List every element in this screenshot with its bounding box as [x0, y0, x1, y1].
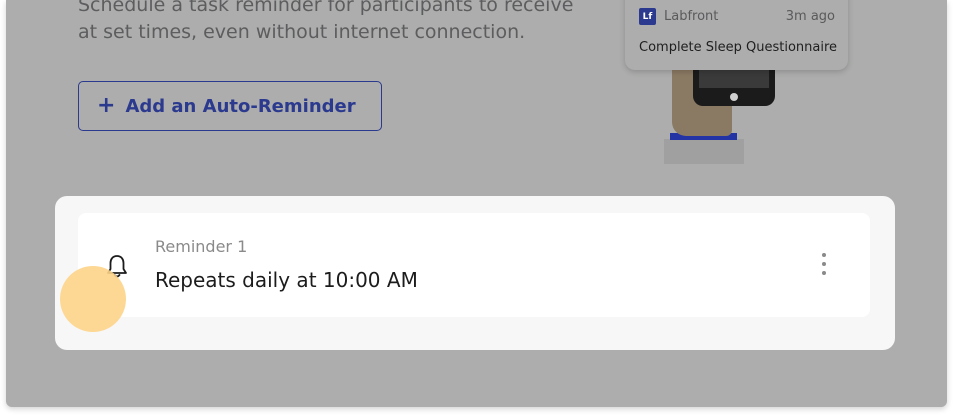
- plus-icon: +: [97, 93, 116, 118]
- intro-description: Schedule a task reminder for participant…: [78, 0, 574, 43]
- reminder-card[interactable]: Reminder 1 Repeats daily at 10:00 AM: [78, 213, 870, 317]
- labfront-logo: Lf: [639, 8, 656, 25]
- notification-card: Lf Labfront 3m ago Complete Sleep Questi…: [625, 0, 848, 70]
- notification-app-name: Labfront: [664, 9, 719, 24]
- more-vertical-icon[interactable]: [818, 250, 830, 280]
- phone-notification-illustration: Lf Labfront 3m ago Complete Sleep Questi…: [625, 0, 855, 170]
- modal-backdrop: Schedule a task reminder for participant…: [6, 0, 947, 407]
- reminder-schedule: Repeats daily at 10:00 AM: [155, 268, 418, 292]
- add-auto-reminder-button[interactable]: + Add an Auto-Reminder: [78, 81, 382, 131]
- phone-home-button: [730, 93, 738, 101]
- tap-indicator: [60, 266, 126, 332]
- notification-time: 3m ago: [785, 9, 835, 24]
- add-button-label: Add an Auto-Reminder: [125, 95, 356, 117]
- reminder-label: Reminder 1: [155, 237, 248, 256]
- reminder-highlight-container: Reminder 1 Repeats daily at 10:00 AM: [55, 196, 895, 350]
- sleeve-shape: [664, 139, 744, 164]
- notification-title: Complete Sleep Questionnaire: [639, 40, 838, 55]
